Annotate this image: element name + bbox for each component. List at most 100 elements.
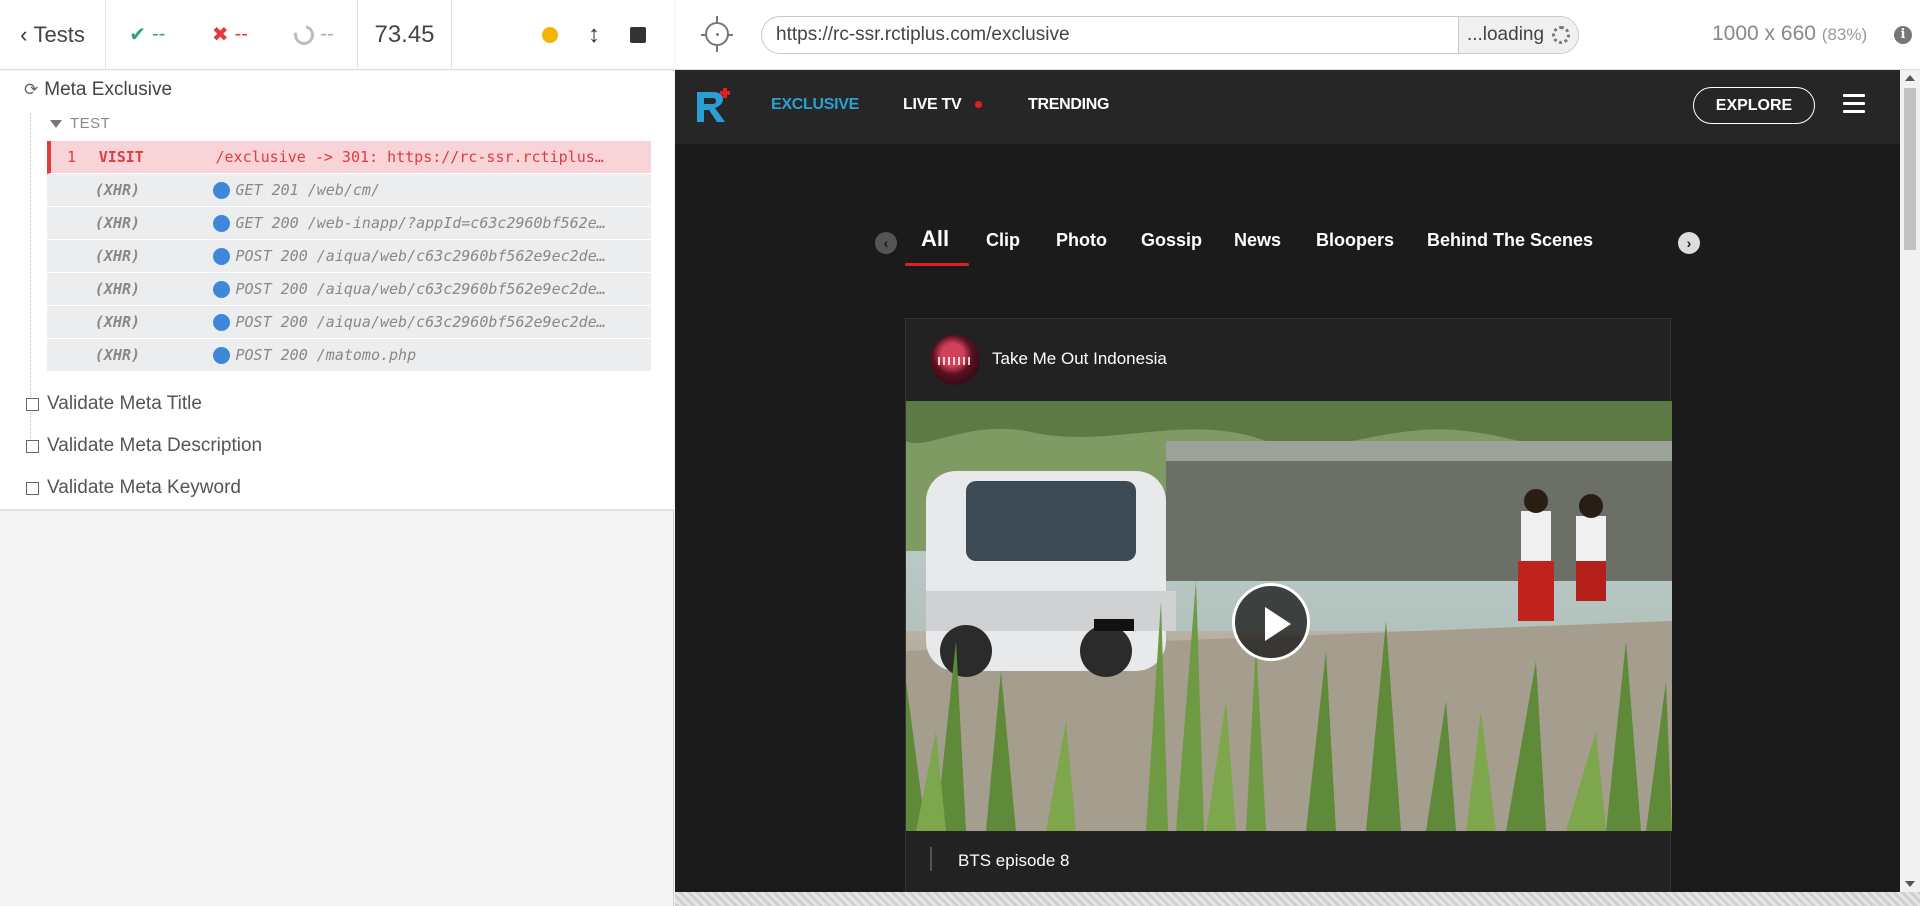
test-title: Validate Meta Description	[47, 435, 263, 456]
passed-count: --	[152, 23, 166, 45]
xhr-status-icon	[212, 280, 230, 298]
play-icon[interactable]	[1232, 583, 1310, 661]
pending-count: --	[320, 23, 334, 45]
info-icon[interactable]: i	[1894, 26, 1912, 44]
auto-scroll-toggle-icon[interactable]: ↕	[588, 22, 600, 47]
passed-stat: ✔ --	[129, 22, 165, 47]
tab-news[interactable]: News	[1234, 230, 1281, 251]
command-message-text: POST 200 /aiqua/web/c63c2960bf562e9ec2de…	[235, 280, 606, 298]
test-title: Validate Meta Keyword	[47, 477, 241, 498]
check-icon: ✔	[129, 24, 146, 46]
category-tabs: ‹ All Clip Photo Gossip News Bloopers Be…	[875, 222, 1705, 268]
failed-stat: ✖ --	[212, 22, 248, 47]
tab-photo[interactable]: Photo	[1056, 230, 1107, 251]
command-row[interactable]: (XHR) POST 200 /aiqua/web/c63c2960bf562e…	[47, 273, 651, 306]
channel-title[interactable]: Take Me Out Indonesia	[992, 349, 1167, 369]
tabs-next-button[interactable]: ›	[1678, 232, 1700, 254]
command-message-text: POST 200 /matomo.php	[235, 346, 417, 364]
explore-button[interactable]: EXPLORE	[1693, 87, 1815, 124]
viewport-scale: (83%)	[1821, 25, 1868, 44]
site-navbar: EXCLUSIVE LIVE TV TRENDING EXPLORE	[675, 70, 1900, 144]
vertical-scrollbar[interactable]	[1900, 70, 1920, 892]
hamburger-icon[interactable]	[1843, 94, 1865, 114]
test-validate-meta-keyword[interactable]: Validate Meta Keyword	[26, 477, 241, 499]
stats-bar: ✔ -- ✖ -- --	[106, 0, 358, 70]
command-message-text: /exclusive -> 301: https://rc-ssr.rctipl…	[215, 148, 604, 166]
caret-down-icon	[50, 119, 62, 128]
command-row[interactable]: (XHR) GET 201 /web/cm/	[47, 174, 651, 207]
loading-indicator: ...loading	[1458, 17, 1578, 53]
command-message: POST 200 /aiqua/web/c63c2960bf562e9ec2de…	[212, 280, 652, 298]
command-message-text: POST 200 /aiqua/web/c63c2960bf562e9ec2de…	[235, 247, 606, 265]
command-name: (XHR)	[94, 247, 141, 265]
tab-clip[interactable]: Clip	[986, 230, 1020, 251]
nav-exclusive[interactable]: EXCLUSIVE	[771, 96, 859, 114]
nav-trending[interactable]: TRENDING	[1028, 96, 1109, 114]
nav-live-tv[interactable]: LIVE TV	[903, 96, 983, 114]
x-icon: ✖	[211, 24, 229, 46]
tab-bloopers[interactable]: Bloopers	[1316, 230, 1394, 251]
command-row[interactable]: 1 VISIT /exclusive -> 301: https://rc-ss…	[47, 141, 651, 174]
command-message-text: GET 200 /web-inapp/?appId=c63c2960bf562e…	[235, 214, 606, 232]
command-message-text: GET 201 /web/cm/	[235, 181, 381, 199]
scrollbar-thumb[interactable]	[1904, 88, 1916, 250]
url-text: https://rc-ssr.rctiplus.com/exclusive	[776, 24, 1070, 45]
command-row[interactable]: (XHR) POST 200 /aiqua/web/c63c2960bf562e…	[47, 306, 651, 339]
command-message: POST 200 /matomo.php	[212, 346, 652, 364]
checkbox-icon	[26, 397, 39, 411]
viewport-dimensions: 1000 x 660	[1712, 22, 1816, 45]
refresh-icon: ⟳	[24, 80, 39, 99]
test-validate-meta-title[interactable]: Validate Meta Title	[26, 393, 202, 415]
scroll-down-icon[interactable]	[1905, 881, 1915, 887]
test-toggle[interactable]: TEST	[50, 115, 110, 132]
xhr-status-icon	[212, 247, 230, 265]
command-message: /exclusive -> 301: https://rc-ssr.rctipl…	[215, 148, 651, 166]
crosshair-icon-vertical	[716, 16, 718, 52]
channel-avatar[interactable]	[930, 335, 980, 385]
duration: 73.45	[358, 0, 452, 70]
stop-button[interactable]	[630, 26, 646, 43]
command-name: VISIT	[98, 148, 144, 166]
scroll-up-icon[interactable]	[1905, 75, 1915, 81]
command-number: 1	[67, 148, 77, 166]
tab-all[interactable]: All	[921, 226, 949, 252]
loading-text: ...loading	[1466, 24, 1545, 45]
test-validate-meta-description[interactable]: Validate Meta Description	[26, 435, 262, 457]
checkbox-icon	[26, 439, 39, 453]
runner-controls: ↕	[452, 0, 674, 70]
video-caption[interactable]: BTS episode 8	[958, 851, 1070, 871]
video-card: Take Me Out Indonesia BTS episode 8	[905, 318, 1672, 892]
runner-panel: ‹ Tests ✔ -- ✖ -- -- 73.45 ↕ ⟳ Meta Excl…	[0, 0, 674, 906]
back-label: Tests	[33, 21, 85, 47]
runner-header: ‹ Tests ✔ -- ✖ -- -- 73.45 ↕	[0, 0, 674, 70]
tab-behind-the-scenes[interactable]: Behind The Scenes	[1427, 230, 1593, 251]
url-bar[interactable]: https://rc-ssr.rctiplus.com/exclusive ..…	[761, 16, 1579, 54]
hamburger-line	[1843, 102, 1865, 105]
failed-count: --	[234, 23, 248, 45]
test-title: Validate Meta Title	[47, 393, 202, 414]
command-name: (XHR)	[94, 214, 141, 232]
xhr-status-icon	[212, 214, 230, 232]
command-row[interactable]: (XHR) POST 200 /aiqua/web/c63c2960bf562e…	[47, 240, 651, 273]
hamburger-line	[1843, 110, 1865, 113]
active-tab-underline	[905, 263, 969, 266]
pending-stat: --	[290, 20, 334, 49]
command-message: GET 200 /web-inapp/?appId=c63c2960bf562e…	[212, 214, 652, 232]
app-under-test-frame: EXCLUSIVE LIVE TV TRENDING EXPLORE ‹ All…	[675, 70, 1900, 892]
suite-title-text: Meta Exclusive	[44, 79, 173, 100]
command-row[interactable]: (XHR) POST 200 /matomo.php	[47, 339, 651, 372]
hamburger-line	[1843, 94, 1865, 97]
command-row[interactable]: (XHR) GET 200 /web-inapp/?appId=c63c2960…	[47, 207, 651, 240]
rcti-plus-logo[interactable]	[693, 86, 733, 126]
command-log: ⟳ Meta Exclusive TEST 1 VISIT /exclusive…	[0, 71, 674, 511]
back-to-tests-button[interactable]: ‹ Tests	[0, 0, 106, 70]
live-dot-icon	[975, 101, 983, 109]
aut-header: https://rc-ssr.rctiplus.com/exclusive ..…	[675, 0, 1920, 70]
chevron-left-icon: ‹	[20, 21, 28, 47]
command-message-text: POST 200 /aiqua/web/c63c2960bf562e9ec2de…	[235, 313, 606, 331]
running-indicator-icon	[542, 26, 558, 43]
tabs-prev-button[interactable]: ‹	[875, 232, 897, 254]
spinner-icon	[1552, 26, 1571, 44]
tab-gossip[interactable]: Gossip	[1141, 230, 1202, 251]
suite-title[interactable]: ⟳ Meta Exclusive	[24, 79, 172, 101]
